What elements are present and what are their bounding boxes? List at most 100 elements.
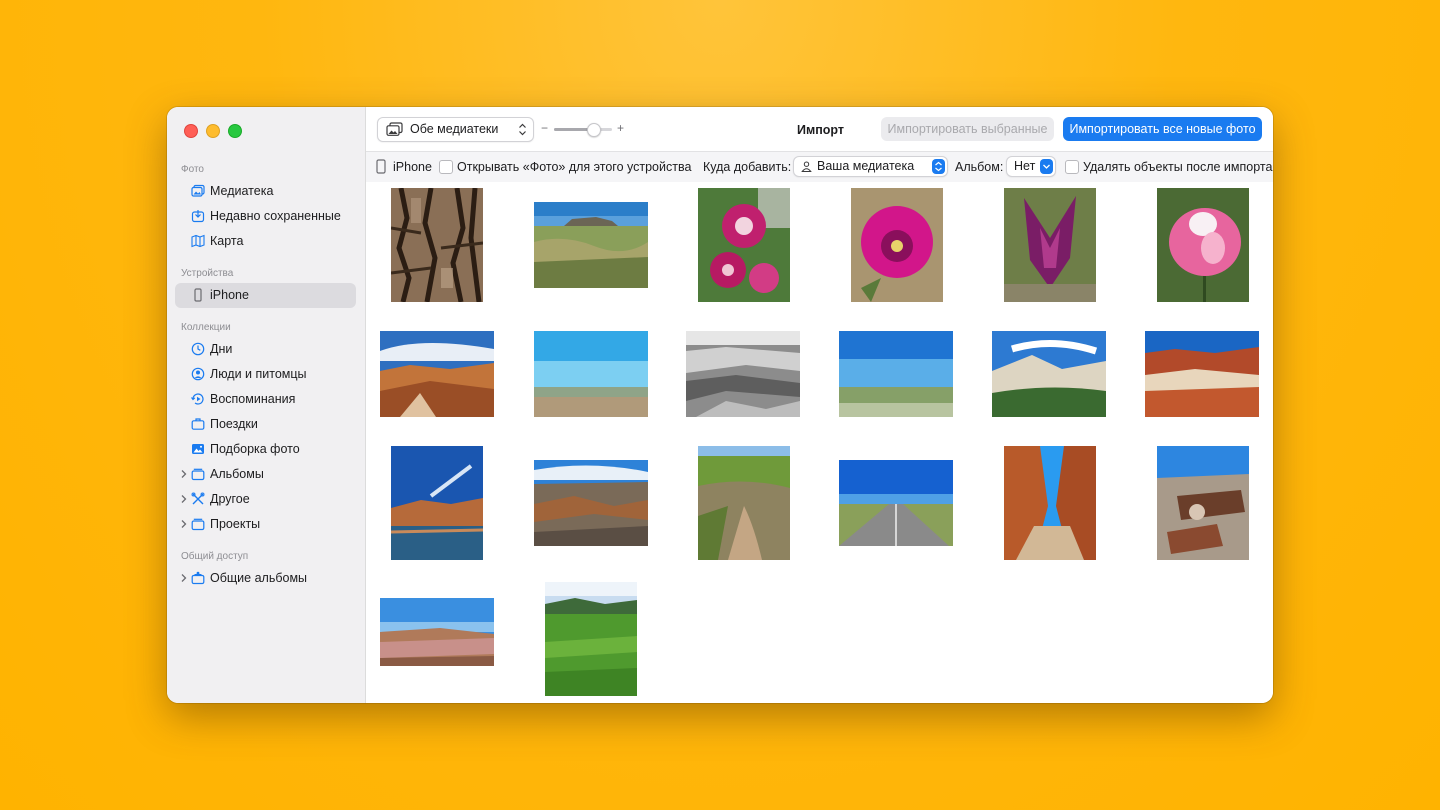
album-select-arrow [1040, 159, 1053, 174]
import-selected-button[interactable]: Импортировать выбранные [881, 117, 1054, 141]
delete-after-checkbox[interactable] [1065, 160, 1079, 174]
sidebar-item-projects[interactable]: Проекты [175, 512, 356, 537]
album-select[interactable]: Нет [1006, 156, 1056, 177]
destination-select[interactable]: Ваша медиатека [793, 156, 948, 177]
photo-thumbnail[interactable] [545, 582, 637, 696]
person-circle-icon [191, 367, 205, 381]
device-name: iPhone [393, 160, 432, 174]
zoom-in-button[interactable]: + [617, 121, 624, 135]
sidebar-item-shared-albums[interactable]: Общие альбомы [175, 566, 356, 591]
photo-grid [366, 182, 1273, 703]
sidebar-item-label: Общие альбомы [210, 571, 308, 585]
sidebar-item-featured[interactable]: Подборка фото [175, 437, 356, 462]
sidebar-item-label: Люди и питомцы [210, 367, 307, 381]
photo-library-icon [386, 122, 403, 136]
photo-thumbnail[interactable] [534, 331, 648, 417]
memories-icon [191, 393, 204, 405]
sidebar-item-recently-saved[interactable]: Недавно сохраненные [175, 204, 356, 229]
sidebar-item-library[interactable]: Медиатека [175, 179, 356, 204]
sidebar-item-label: Другое [210, 492, 250, 506]
sidebar-item-memories[interactable]: Воспоминания [175, 387, 356, 412]
photo-thumbnail[interactable] [686, 331, 800, 417]
import-all-button[interactable]: Импортировать все новые фото [1063, 117, 1262, 141]
toolbar: Обе медиатеки − + Импорт Импортировать в… [366, 107, 1273, 151]
library-select-value: Обе медиатеки [410, 122, 499, 136]
zoom-slider-knob[interactable] [587, 123, 601, 137]
photo-thumbnail[interactable] [534, 202, 648, 288]
open-photos-label: Открывать «Фото» для этого устройства [457, 160, 692, 174]
photo-thumbnail[interactable] [380, 331, 494, 417]
photo-thumbnail[interactable] [1004, 446, 1096, 560]
updown-chevron-icon [519, 123, 526, 136]
sidebar: Фото Медиатека Недавно сохраненные Карта… [167, 107, 366, 703]
photo-thumbnail[interactable] [698, 446, 790, 560]
tools-icon [191, 492, 205, 505]
photo-thumbnail[interactable] [1157, 446, 1249, 560]
zoom-out-button[interactable]: − [541, 121, 548, 135]
photo-thumbnail[interactable] [534, 460, 648, 546]
album-value: Нет [1014, 159, 1036, 173]
sidebar-item-label: Воспоминания [210, 392, 296, 406]
sidebar-item-label: Проекты [210, 517, 261, 531]
chevron-right-icon[interactable] [178, 493, 190, 505]
zoom-slider-track[interactable] [554, 128, 612, 131]
zoom-button[interactable] [228, 124, 242, 138]
chevron-right-icon[interactable] [178, 572, 190, 584]
photo-thumbnail[interactable] [1145, 331, 1259, 417]
photo-thumbnail[interactable] [391, 188, 483, 302]
sidebar-item-trips[interactable]: Поездки [175, 412, 356, 437]
suitcase-icon [191, 418, 205, 430]
section-sharing: Общий доступ [181, 551, 249, 562]
sidebar-item-label: iPhone [210, 288, 249, 302]
photo-thumbnail[interactable] [698, 188, 790, 302]
sidebar-item-iphone[interactable]: iPhone [175, 283, 356, 308]
close-button[interactable] [184, 124, 198, 138]
photo-thumbnail[interactable] [1004, 188, 1096, 302]
person-icon [801, 161, 812, 172]
photo-thumbnail[interactable] [839, 331, 953, 417]
iphone-icon [376, 159, 386, 174]
section-devices: Устройства [181, 268, 234, 279]
destination-select-stepper [932, 159, 945, 174]
photos-import-window: Фото Медиатека Недавно сохраненные Карта… [167, 107, 1273, 703]
photo-thumbnail[interactable] [992, 331, 1106, 417]
sidebar-item-label: Недавно сохраненные [210, 209, 341, 223]
sidebar-item-label: Поездки [210, 417, 258, 431]
album-label: Альбом: [955, 160, 1004, 174]
chevron-right-icon[interactable] [178, 468, 190, 480]
projects-icon [191, 518, 205, 531]
section-photos: Фото [181, 164, 204, 175]
sidebar-item-label: Дни [210, 342, 233, 356]
section-collections: Коллекции [181, 322, 231, 333]
sidebar-item-label: Альбомы [210, 467, 264, 481]
destination-label: Куда добавить: [703, 160, 792, 174]
photo-thumbnail[interactable] [380, 598, 494, 666]
sidebar-item-albums[interactable]: Альбомы [175, 462, 356, 487]
photo-library-icon [191, 184, 205, 197]
updown-chevron-icon [935, 161, 942, 172]
shared-album-icon [191, 571, 205, 585]
album-stack-icon [191, 468, 205, 481]
sidebar-item-label: Карта [210, 234, 244, 248]
sidebar-item-days[interactable]: Дни [175, 337, 356, 362]
photo-thumbnail[interactable] [851, 188, 943, 302]
chevron-right-icon[interactable] [178, 518, 190, 530]
sidebar-item-label: Медиатека [210, 184, 274, 198]
sidebar-item-other[interactable]: Другое [175, 487, 356, 512]
import-options-bar: iPhone Открывать «Фото» для этого устрой… [366, 151, 1273, 183]
clock-icon [191, 342, 205, 356]
download-tray-icon [191, 210, 205, 223]
minimize-button[interactable] [206, 124, 220, 138]
featured-photo-icon [192, 444, 204, 454]
photo-thumbnail[interactable] [391, 446, 483, 560]
map-icon [191, 234, 205, 248]
sidebar-item-map[interactable]: Карта [175, 229, 356, 254]
open-photos-checkbox[interactable] [439, 160, 453, 174]
window-title: Импорт [797, 123, 845, 137]
photo-thumbnail[interactable] [839, 460, 953, 546]
library-select[interactable]: Обе медиатеки [377, 117, 534, 142]
photo-thumbnail[interactable] [1157, 188, 1249, 302]
delete-after-label: Удалять объекты после импорта [1083, 160, 1273, 174]
sidebar-item-label: Подборка фото [210, 442, 300, 456]
sidebar-item-people[interactable]: Люди и питомцы [175, 362, 356, 387]
